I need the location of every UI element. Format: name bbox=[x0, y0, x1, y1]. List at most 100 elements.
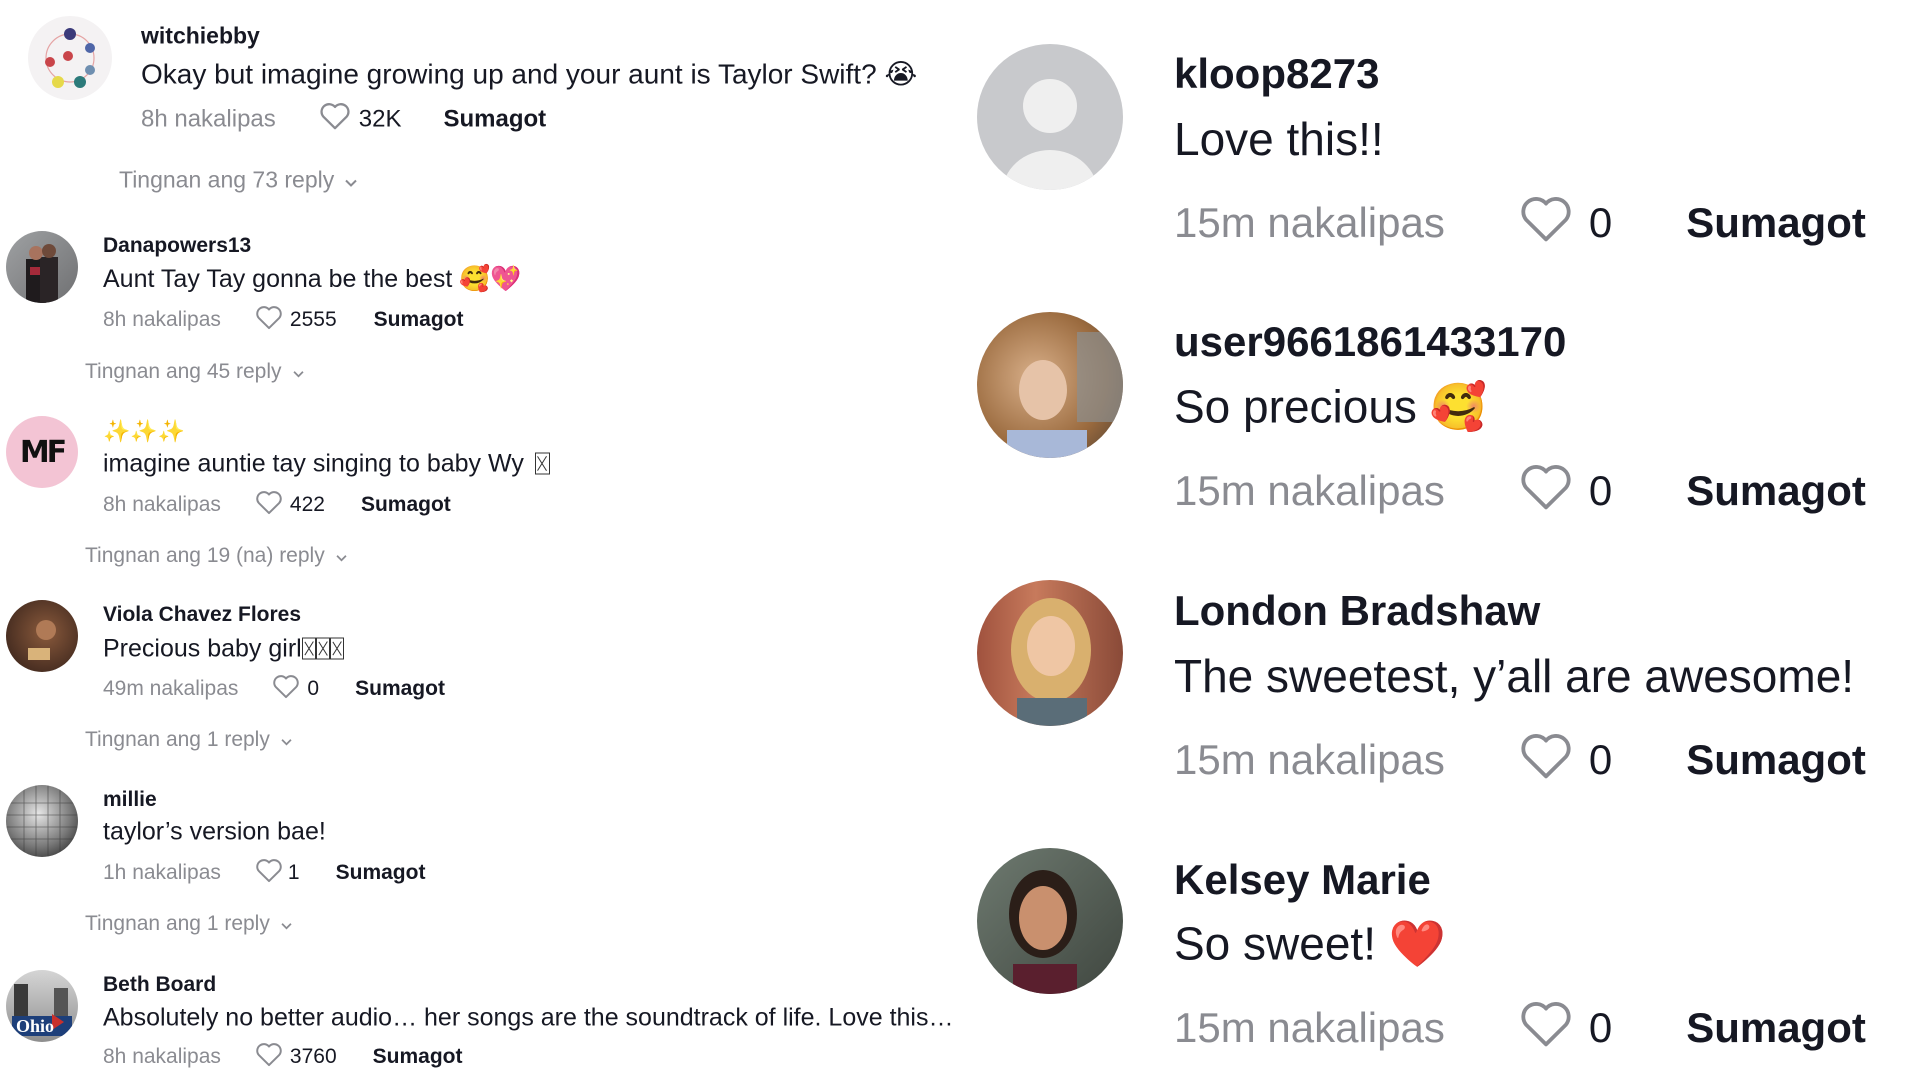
avatar[interactable] bbox=[977, 848, 1123, 994]
view-replies-button[interactable]: Tingnan ang 73 reply bbox=[119, 167, 358, 194]
heart-icon[interactable] bbox=[1519, 998, 1573, 1058]
heart-icon[interactable] bbox=[255, 304, 283, 336]
heart-icon[interactable] bbox=[1519, 730, 1573, 790]
comment-text: imagine auntie tay singing to baby Wy bbox=[103, 450, 550, 479]
comment-text: Love this!! bbox=[1174, 112, 1384, 166]
missing-glyph-icon bbox=[329, 637, 344, 660]
heart-icon[interactable] bbox=[272, 673, 300, 705]
avatar[interactable] bbox=[6, 231, 78, 303]
like-count: 0 bbox=[307, 677, 320, 700]
reply-button[interactable]: Sumagot bbox=[1686, 467, 1866, 515]
missing-glyph-icon bbox=[301, 637, 316, 660]
chevron-down-icon bbox=[292, 360, 305, 384]
reply-button[interactable]: Sumagot bbox=[443, 105, 546, 133]
comment-text-body: imagine auntie tay singing to baby Wy bbox=[103, 449, 524, 478]
heart-icon[interactable] bbox=[1519, 193, 1573, 253]
photo-placeholder-icon bbox=[26, 244, 58, 303]
avatar[interactable]: MF bbox=[6, 416, 78, 488]
view-replies-button[interactable]: Tingnan ang 1 reply bbox=[85, 912, 293, 936]
photo-placeholder-icon bbox=[28, 620, 56, 660]
view-replies-label: Tingnan ang 19 (na) reply bbox=[85, 544, 325, 567]
avatar[interactable] bbox=[28, 16, 112, 100]
reply-button[interactable]: Sumagot bbox=[361, 493, 451, 517]
reply-button[interactable]: Sumagot bbox=[1686, 736, 1866, 784]
comment-meta: 1h nakalipas 1 Sumagot bbox=[103, 857, 425, 889]
comment-meta: 8h nakalipas 3760 Sumagot bbox=[103, 1041, 462, 1073]
comment-text: Okay but imagine growing up and your aun… bbox=[141, 58, 917, 91]
view-replies-label: Tingnan ang 1 reply bbox=[85, 728, 270, 751]
comment-time: 49m nakalipas bbox=[103, 677, 239, 700]
like-count: 32K bbox=[358, 105, 402, 132]
chevron-down-icon bbox=[280, 912, 293, 936]
comment-time: 8h nakalipas bbox=[103, 1045, 221, 1068]
like-count: 0 bbox=[1588, 736, 1613, 783]
comment-username[interactable]: London Bradshaw bbox=[1174, 587, 1540, 635]
heart-icon[interactable] bbox=[255, 1041, 283, 1073]
heart-icon[interactable] bbox=[255, 489, 283, 521]
avatar[interactable] bbox=[6, 600, 78, 672]
comment-username[interactable]: Viola Chavez Flores bbox=[103, 603, 301, 627]
comment-text-body: Love this!! bbox=[1174, 113, 1384, 165]
avatar-initials: MF bbox=[19, 434, 67, 470]
reply-button[interactable]: Sumagot bbox=[1686, 1004, 1866, 1052]
comment-text: Precious baby girl bbox=[103, 635, 344, 664]
comment-username[interactable]: Danapowers13 bbox=[103, 234, 251, 258]
view-replies-button[interactable]: Tingnan ang 1 reply bbox=[85, 728, 293, 752]
like-count: 3760 bbox=[289, 1045, 337, 1068]
view-replies-button[interactable]: Tingnan ang 45 reply bbox=[85, 360, 305, 384]
comment-time: 8h nakalipas bbox=[141, 105, 276, 132]
comment-username[interactable]: user9661861433170 bbox=[1174, 318, 1566, 366]
comment-username[interactable]: Beth Board bbox=[103, 973, 216, 997]
comment-meta: 49m nakalipas 0 Sumagot bbox=[103, 673, 445, 705]
reply-button[interactable]: Sumagot bbox=[355, 677, 445, 701]
comment-text-body: Aunt Tay Tay gonna be the best bbox=[103, 265, 453, 293]
comment-time: 15m nakalipas bbox=[1174, 199, 1445, 246]
smiling-hearts-emoji-icon: 🥰 bbox=[1429, 379, 1487, 434]
comment-text: The sweetest, y’all are awesome! bbox=[1174, 649, 1854, 703]
comment-text-body: The sweetest, y’all are awesome! bbox=[1174, 650, 1855, 702]
comment-text-body: Okay but imagine growing up and your aun… bbox=[141, 58, 877, 90]
heart-icon[interactable] bbox=[319, 101, 351, 138]
chevron-down-icon bbox=[280, 728, 293, 752]
reply-button[interactable]: Sumagot bbox=[373, 1045, 463, 1069]
avatar[interactable] bbox=[6, 785, 78, 857]
heart-icon[interactable] bbox=[255, 857, 283, 889]
view-replies-label: Tingnan ang 45 reply bbox=[85, 360, 282, 383]
comment-username[interactable]: Kelsey Marie bbox=[1174, 856, 1431, 904]
reply-button[interactable]: Sumagot bbox=[1686, 199, 1866, 247]
comment-username[interactable]: millie bbox=[103, 788, 157, 812]
avatar[interactable]: Ohio bbox=[6, 970, 78, 1042]
comment-text: So precious 🥰 bbox=[1174, 380, 1487, 435]
comment-text: Aunt Tay Tay gonna be the best 🥰💖 bbox=[103, 264, 522, 294]
reply-button[interactable]: Sumagot bbox=[374, 308, 464, 332]
photo-placeholder-icon bbox=[1011, 598, 1091, 726]
comment-time: 15m nakalipas bbox=[1174, 1004, 1445, 1051]
like-count: 0 bbox=[1588, 199, 1613, 246]
like-count: 0 bbox=[1588, 467, 1613, 514]
avatar[interactable] bbox=[977, 44, 1123, 190]
comment-meta: 15m nakalipas 0 Sumagot bbox=[1174, 998, 1866, 1058]
comment-text-body: So precious bbox=[1174, 380, 1417, 433]
comment-username[interactable]: witchiebby bbox=[141, 23, 260, 50]
like-count: 1 bbox=[287, 861, 300, 884]
flower-circle-icon bbox=[45, 28, 95, 88]
default-user-icon bbox=[1002, 79, 1098, 190]
red-heart-emoji-icon: ❤️ bbox=[1388, 916, 1447, 971]
avatar[interactable] bbox=[977, 312, 1123, 458]
loudly-crying-emoji-icon: 😭 bbox=[884, 57, 918, 91]
comment-username[interactable]: kloop8273 bbox=[1174, 50, 1379, 98]
avatar[interactable] bbox=[977, 580, 1123, 726]
comment-text-body: So sweet! bbox=[1174, 917, 1376, 970]
comment-text: Absolutely no better audio… her songs ar… bbox=[103, 1003, 954, 1032]
like-count: 422 bbox=[289, 493, 325, 516]
comment-username[interactable]: ✨✨✨ bbox=[103, 420, 185, 445]
comment-meta: 15m nakalipas 0 Sumagot bbox=[1174, 730, 1866, 790]
comment-meta: 8h nakalipas 32K Sumagot bbox=[141, 101, 546, 138]
comment-time: 15m nakalipas bbox=[1174, 467, 1445, 514]
view-replies-button[interactable]: Tingnan ang 19 (na) reply bbox=[85, 544, 348, 568]
comment-time: 15m nakalipas bbox=[1174, 736, 1445, 783]
reply-button[interactable]: Sumagot bbox=[336, 861, 426, 885]
comment-meta: 8h nakalipas 2555 Sumagot bbox=[103, 304, 463, 336]
heart-icon[interactable] bbox=[1519, 461, 1573, 521]
view-replies-label: Tingnan ang 73 reply bbox=[119, 166, 335, 193]
